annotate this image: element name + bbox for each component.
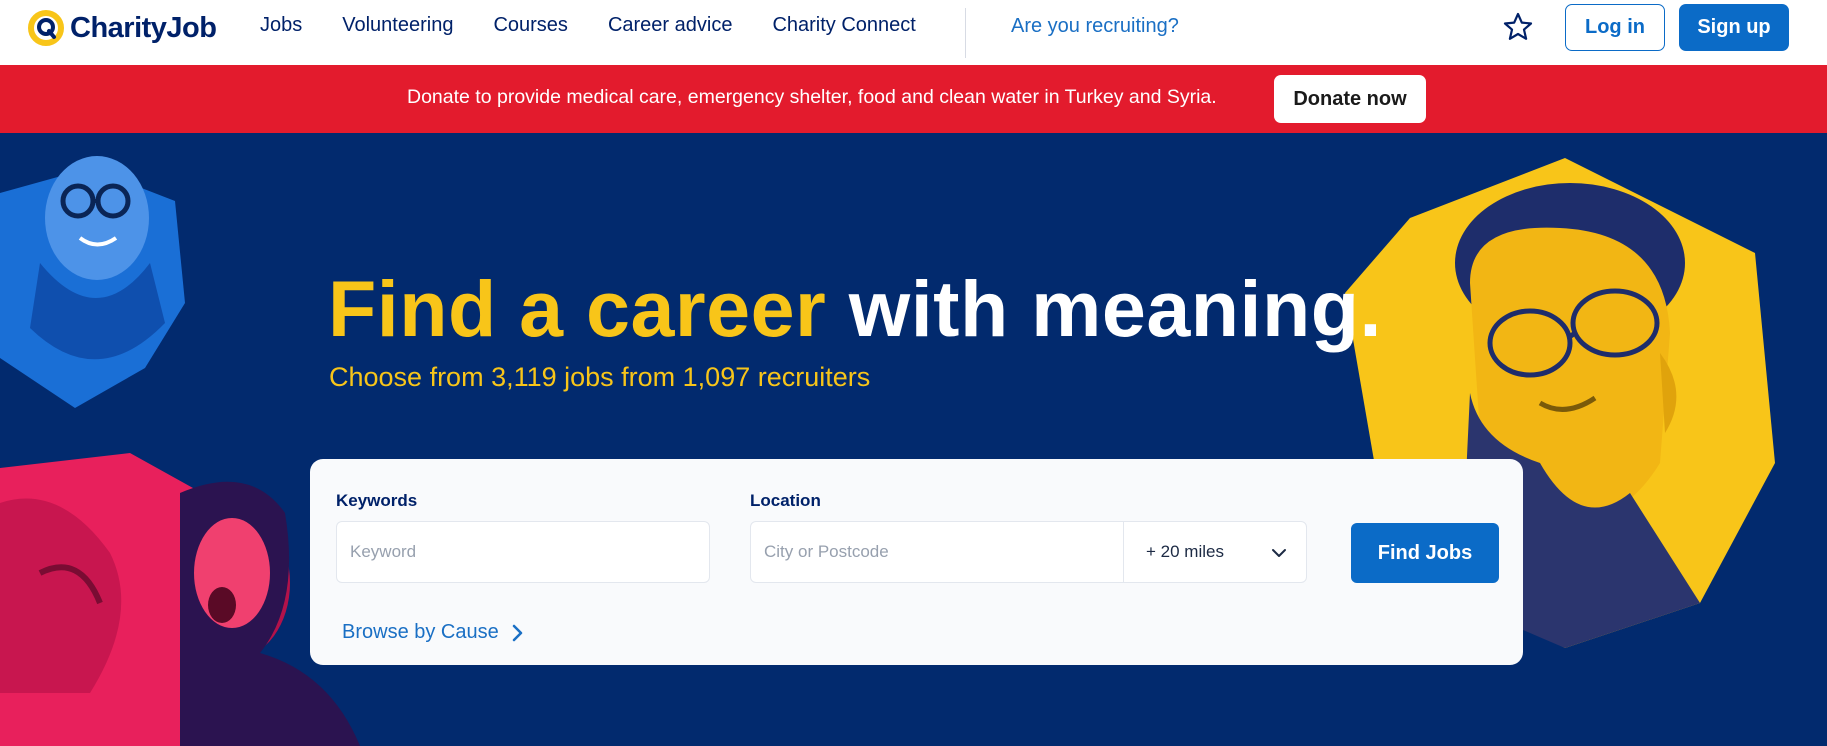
donate-now-button[interactable]: Donate now <box>1274 75 1426 123</box>
keywords-label: Keywords <box>336 491 418 510</box>
login-button[interactable]: Log in <box>1565 4 1665 51</box>
star-icon[interactable] <box>1502 11 1534 43</box>
top-navigation-bar: CharityJob Jobs Volunteering Courses Car… <box>0 0 1827 65</box>
signup-button[interactable]: Sign up <box>1679 4 1789 51</box>
location-label: Location <box>750 491 821 510</box>
chevron-down-icon <box>1272 549 1286 557</box>
jobs-count-subheading: Choose from 3,119 jobs from 1,097 recrui… <box>329 362 871 392</box>
nav-item-charity-connect[interactable]: Charity Connect <box>772 14 915 37</box>
radius-select[interactable]: + 20 miles <box>1123 521 1307 583</box>
nav-item-jobs[interactable]: Jobs <box>260 14 302 37</box>
banner-text: Donate to provide medical care, emergenc… <box>407 86 1217 108</box>
main-nav: Jobs Volunteering Courses Career advice … <box>260 14 916 37</box>
keyword-input[interactable] <box>336 521 710 583</box>
chevron-right-icon <box>512 624 522 641</box>
nav-divider <box>965 8 966 58</box>
charityjob-logo-icon <box>28 10 64 46</box>
portrait-woman-glasses-image <box>0 156 185 408</box>
portrait-laughing-friends-image <box>0 453 360 746</box>
nav-item-career-advice[interactable]: Career advice <box>608 14 733 37</box>
radius-select-value: + 20 miles <box>1146 542 1224 561</box>
browse-by-cause-link[interactable]: Browse by Cause <box>342 621 523 644</box>
location-input[interactable] <box>750 521 1124 583</box>
recruiting-link[interactable]: Are you recruiting? <box>1011 15 1179 38</box>
hero-headline: Find a career with meaning. <box>328 263 1382 355</box>
donation-banner: Donate to provide medical care, emergenc… <box>0 65 1827 133</box>
headline-highlight: Find a career <box>328 264 827 353</box>
headline-rest: with meaning. <box>848 264 1382 353</box>
charityjob-logo[interactable]: CharityJob <box>28 10 217 46</box>
nav-item-volunteering[interactable]: Volunteering <box>342 14 453 37</box>
browse-by-cause-label: Browse by Cause <box>342 621 499 643</box>
job-search-card: Keywords Location + 20 miles Find Jobs B… <box>310 459 1523 665</box>
hero-section: Find a career with meaning. Choose from … <box>0 133 1827 746</box>
logo-text: CharityJob <box>70 11 217 44</box>
nav-item-courses[interactable]: Courses <box>493 14 567 37</box>
find-jobs-button[interactable]: Find Jobs <box>1351 523 1499 583</box>
